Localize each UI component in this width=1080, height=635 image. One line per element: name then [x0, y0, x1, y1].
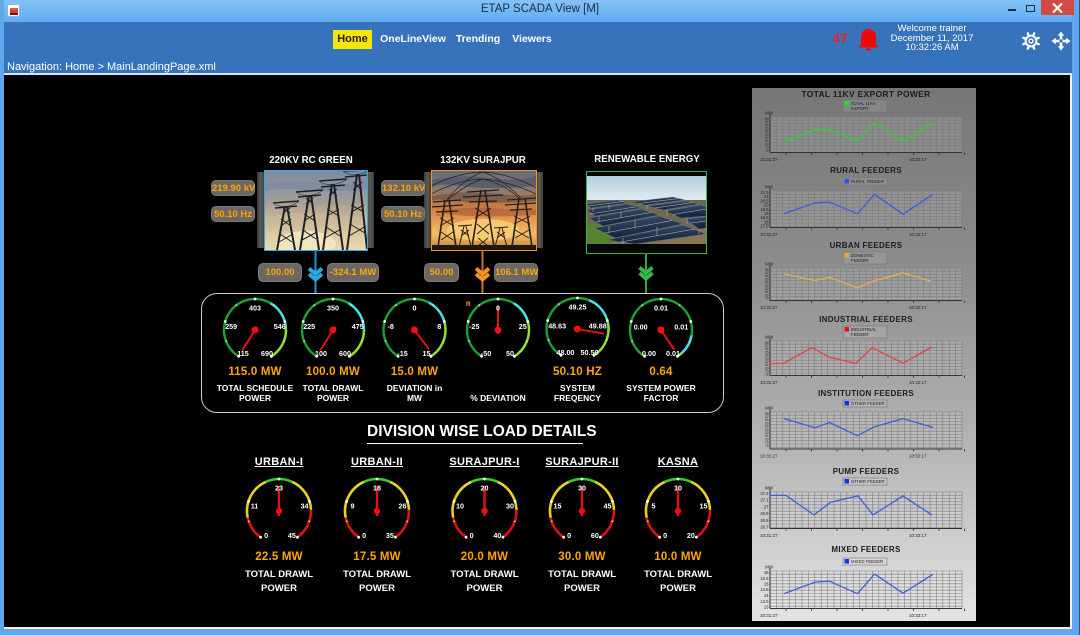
svg-text:10:32:17: 10:32:17 [909, 305, 927, 310]
svg-text:14: 14 [764, 593, 769, 598]
svg-text:14.5: 14.5 [760, 587, 769, 592]
svg-text:10:31:27: 10:31:27 [760, 380, 778, 385]
svg-text:13: 13 [764, 605, 769, 610]
svg-text:15: 15 [764, 582, 769, 587]
svg-text:10:32:17: 10:32:17 [909, 157, 927, 162]
svg-text:10:32:17: 10:32:17 [909, 232, 927, 237]
svg-text:10:31:27: 10:31:27 [760, 232, 778, 237]
svg-text:MW: MW [765, 111, 774, 116]
svg-text:RURAL FEEDERS: RURAL FEEDERS [830, 166, 902, 175]
svg-text:10:31:27: 10:31:27 [760, 157, 778, 162]
svg-text:79: 79 [765, 297, 769, 301]
svg-text:EXPORT: EXPORT [851, 106, 869, 111]
svg-text:RURAL FEEDER: RURAL FEEDER [851, 179, 884, 184]
svg-text:TOTAL 11KV EXPORT POWER: TOTAL 11KV EXPORT POWER [801, 89, 930, 99]
svg-text:26.7: 26.7 [760, 525, 769, 530]
svg-text:13.5: 13.5 [760, 599, 769, 604]
svg-text:MIXED FEEDER: MIXED FEEDER [851, 559, 883, 564]
svg-text:MW: MW [765, 185, 774, 190]
svg-text:17.5: 17.5 [760, 224, 769, 229]
svg-text:INDUSTRIAL FEEDERS: INDUSTRIAL FEEDERS [819, 315, 913, 324]
svg-text:MW: MW [765, 335, 774, 340]
svg-text:MW: MW [765, 406, 774, 411]
svg-text:URBAN FEEDERS: URBAN FEEDERS [830, 241, 903, 250]
svg-text:10:32:17: 10:32:17 [909, 613, 927, 618]
svg-text:FEEDER: FEEDER [851, 258, 868, 263]
svg-text:27.1: 27.1 [760, 498, 769, 503]
svg-text:16: 16 [764, 570, 769, 575]
svg-text:15.5: 15.5 [760, 576, 769, 581]
svg-text:INSTITUTION FEEDERS: INSTITUTION FEEDERS [818, 389, 914, 398]
svg-text:10:31:27: 10:31:27 [760, 613, 778, 618]
svg-text:MW: MW [765, 565, 774, 570]
svg-text:10:32:17: 10:32:17 [909, 380, 927, 385]
svg-text:27: 27 [764, 504, 769, 509]
svg-text:10:31:27: 10:31:27 [760, 305, 778, 310]
svg-text:MW: MW [765, 262, 774, 267]
svg-text:78: 78 [765, 444, 769, 448]
svg-text:27.2: 27.2 [760, 491, 769, 496]
svg-text:FEEDER: FEEDER [851, 332, 868, 337]
svg-text:10:32:17: 10:32:17 [909, 454, 927, 459]
svg-text:MIXED FEEDERS: MIXED FEEDERS [831, 545, 901, 554]
svg-text:10:32:17: 10:32:17 [909, 533, 927, 538]
svg-text:MW: MW [765, 486, 774, 491]
svg-text:PUMP FEEDERS: PUMP FEEDERS [833, 467, 900, 476]
svg-text:OTHER FEEDER: OTHER FEEDER [851, 401, 885, 406]
svg-text:OTHER FEEDER: OTHER FEEDER [851, 479, 885, 484]
svg-text:26.9: 26.9 [760, 511, 769, 516]
svg-text:10:31:27: 10:31:27 [760, 533, 778, 538]
svg-text:78: 78 [765, 373, 769, 377]
svg-text:10:31:27: 10:31:27 [760, 454, 778, 459]
svg-text:26.8: 26.8 [760, 518, 769, 523]
svg-text:78: 78 [765, 149, 769, 153]
